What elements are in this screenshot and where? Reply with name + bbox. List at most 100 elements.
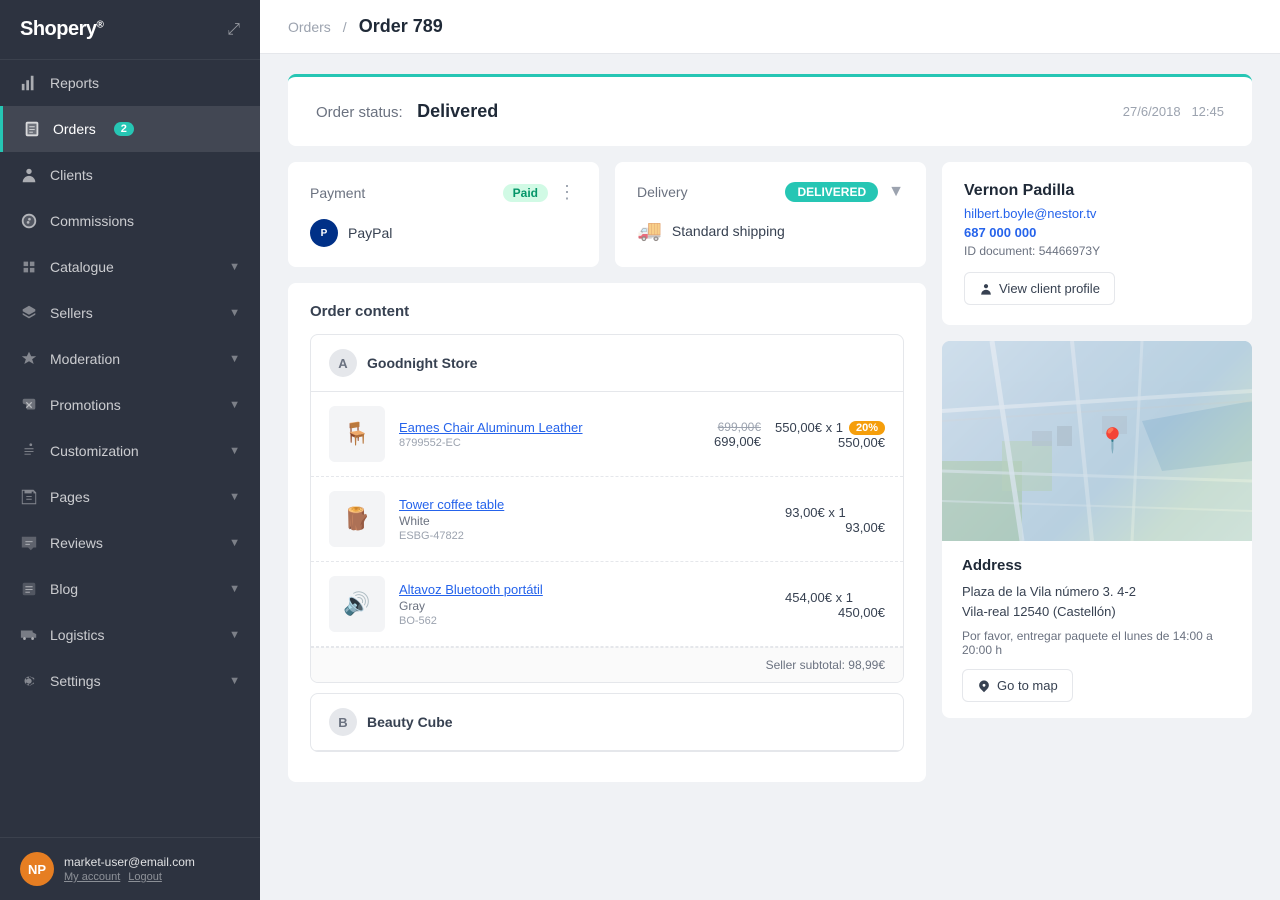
product-info-3: Altavoz Bluetooth portátil Gray BO-562 (399, 582, 771, 627)
order-status-label: Order status: (316, 104, 403, 121)
product-info-2: Tower coffee table White ESBG-47822 (399, 497, 771, 542)
product-img-3: 🔊 (329, 576, 385, 632)
map-location-pin: 📍 (1098, 427, 1128, 456)
product-name-2[interactable]: Tower coffee table (399, 497, 771, 512)
seller-header-b: B Beauty Cube (311, 694, 903, 751)
paypal-icon: P (310, 219, 338, 247)
breadcrumb-separator: / (343, 19, 347, 35)
profile-icon (979, 282, 993, 296)
blog-chevron: ▼ (229, 583, 240, 595)
sidebar-item-catalogue[interactable]: Catalogue ▼ (0, 244, 260, 290)
moderation-icon (20, 350, 38, 368)
product-total-3: 450,00€ (785, 605, 885, 620)
chart-icon (20, 74, 38, 92)
product-sku-2: ESBG-47822 (399, 530, 771, 542)
go-to-map-button[interactable]: Go to map (962, 669, 1073, 702)
logistics-chevron: ▼ (229, 629, 240, 641)
sidebar-item-settings[interactable]: Settings ▼ (0, 658, 260, 704)
logistics-icon (20, 626, 38, 644)
promotions-icon (20, 396, 38, 414)
clients-icon (20, 166, 38, 184)
product-img-2: 🪵 (329, 491, 385, 547)
logout-link[interactable]: Logout (128, 871, 162, 883)
order-right-column: Vernon Padilla hilbert.boyle@nestor.tv 6… (942, 162, 1252, 782)
client-email[interactable]: hilbert.boyle@nestor.tv (964, 206, 1230, 221)
order-left-column: Payment Paid ⋮ P PayPal (288, 162, 926, 782)
customization-icon (20, 442, 38, 460)
client-id-doc: ID document: 54466973Y (964, 244, 1230, 258)
user-email: market-user@email.com (64, 855, 195, 869)
product-row-3: 🔊 Altavoz Bluetooth portátil Gray BO-562… (311, 562, 903, 647)
sidebar-item-commissions[interactable]: Commissions (0, 198, 260, 244)
product-total-2: 93,00€ (785, 520, 885, 535)
product-sku-1: 8799552-EC (399, 437, 657, 449)
product-qty-price-3: 454,00€ x 1 (785, 590, 885, 605)
sidebar-item-logistics[interactable]: Logistics ▼ (0, 612, 260, 658)
view-client-profile-button[interactable]: View client profile (964, 272, 1115, 305)
product-original-price-1: 699,00€ (671, 420, 761, 434)
product-row-1: 🪑 Eames Chair Aluminum Leather 8799552-E… (311, 392, 903, 477)
user-avatar: NP (20, 852, 54, 886)
sellers-icon (20, 304, 38, 322)
sidebar-expand-icon[interactable]: ⤢ (227, 21, 240, 39)
discount-badge-1: 20% (849, 421, 885, 435)
page-title: Order 789 (359, 16, 443, 37)
client-phone[interactable]: 687 000 000 (964, 225, 1230, 240)
sidebar-item-customization[interactable]: Customization ▼ (0, 428, 260, 474)
sidebar-item-promotions[interactable]: Promotions ▼ (0, 382, 260, 428)
address-lines: Plaza de la Vila número 3. 4-2 Vila-real… (962, 582, 1232, 621)
sidebar-item-sellers[interactable]: Sellers ▼ (0, 290, 260, 336)
payment-method: P PayPal (310, 219, 577, 247)
seller-section-b: B Beauty Cube (310, 693, 904, 752)
pages-chevron: ▼ (229, 491, 240, 503)
sidebar-header: Shopery® ⤢ (0, 0, 260, 60)
payment-menu-button[interactable]: ⋮ (558, 182, 577, 203)
product-total-1: 550,00€ (775, 435, 885, 450)
seller-header-a: A Goodnight Store (311, 335, 903, 392)
seller-avatar-b: B (329, 708, 357, 736)
product-name-3[interactable]: Altavoz Bluetooth portátil (399, 582, 771, 597)
product-variant-3: Gray (399, 599, 771, 613)
topbar: Orders / Order 789 (260, 0, 1280, 54)
catalogue-chevron: ▼ (229, 261, 240, 273)
map-container: 📍 (942, 341, 1252, 541)
pages-icon (20, 488, 38, 506)
sidebar-item-orders[interactable]: Orders 2 (0, 106, 260, 152)
reviews-chevron: ▼ (229, 537, 240, 549)
product-price-1: 699,00€ 699,00€ (671, 420, 761, 449)
seller-name-a: Goodnight Store (367, 355, 477, 371)
sidebar-item-moderation[interactable]: Moderation ▼ (0, 336, 260, 382)
sidebar-item-clients[interactable]: Clients (0, 152, 260, 198)
seller-name-b: Beauty Cube (367, 714, 453, 730)
commissions-icon (20, 212, 38, 230)
address-note: Por favor, entregar paquete el lunes de … (962, 629, 1232, 657)
main-content: Orders / Order 789 Order status: Deliver… (260, 0, 1280, 900)
sidebar-item-reports[interactable]: Reports (0, 60, 260, 106)
payment-status-badge: Paid (503, 184, 548, 202)
breadcrumb-orders[interactable]: Orders (288, 19, 331, 35)
settings-chevron: ▼ (229, 675, 240, 687)
product-row-2: 🪵 Tower coffee table White ESBG-47822 93… (311, 477, 903, 562)
order-datetime: 27/6/2018 12:45 (1123, 104, 1224, 119)
sellers-chevron: ▼ (229, 307, 240, 319)
orders-badge: 2 (114, 122, 134, 136)
sidebar-item-reviews[interactable]: Reviews ▼ (0, 520, 260, 566)
sidebar-item-blog[interactable]: Blog ▼ (0, 566, 260, 612)
truck-icon: 🚚 (637, 218, 662, 243)
product-name-1[interactable]: Eames Chair Aluminum Leather (399, 420, 657, 435)
order-details-layout: Payment Paid ⋮ P PayPal (288, 162, 1252, 782)
blog-icon (20, 580, 38, 598)
sidebar-item-pages[interactable]: Pages ▼ (0, 474, 260, 520)
product-qty-price-2: 93,00€ x 1 (785, 505, 885, 520)
seller-section-a: A Goodnight Store 🪑 Eames Chair Aluminum… (310, 334, 904, 683)
address-card: Address Plaza de la Vila número 3. 4-2 V… (942, 541, 1252, 718)
payment-card: Payment Paid ⋮ P PayPal (288, 162, 599, 267)
order-status-value: Delivered (417, 101, 498, 121)
product-sku-3: BO-562 (399, 615, 771, 627)
delivery-chevron-icon[interactable]: ▼ (888, 183, 904, 201)
delivery-title: Delivery (637, 184, 688, 200)
my-account-link[interactable]: My account (64, 871, 120, 883)
location-icon (977, 679, 991, 693)
product-info-1: Eames Chair Aluminum Leather 8799552-EC (399, 420, 657, 449)
orders-icon (23, 120, 41, 138)
